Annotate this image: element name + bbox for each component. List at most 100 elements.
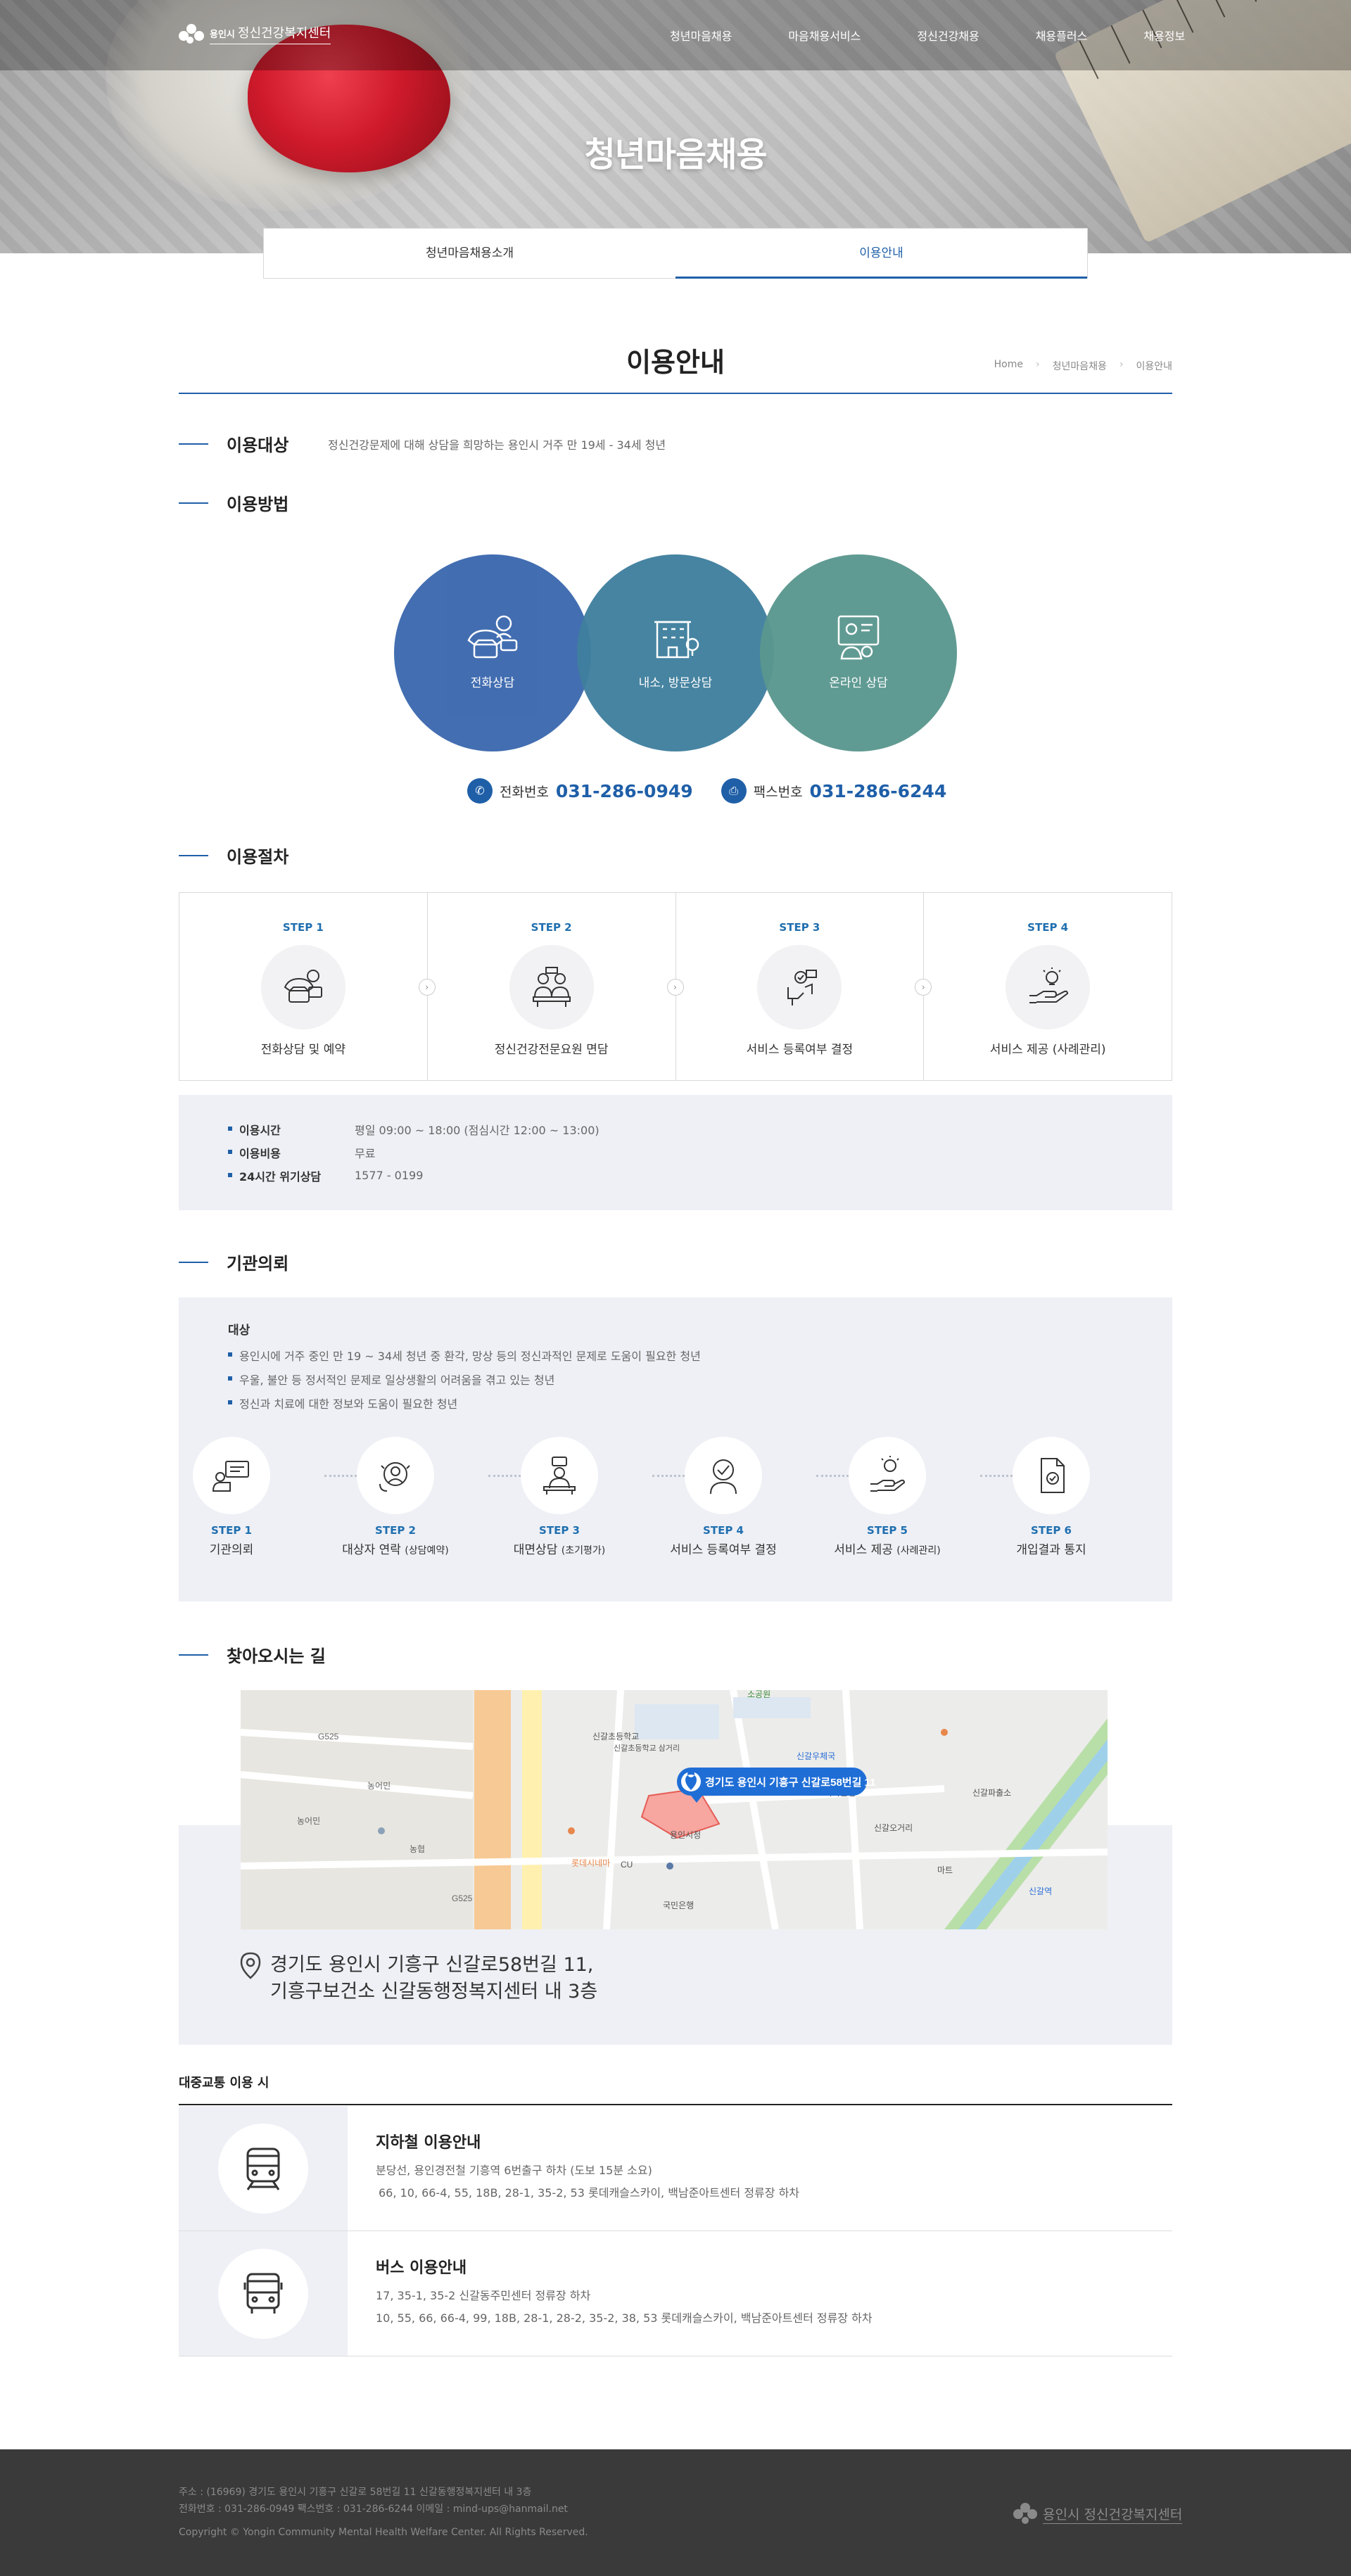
location-map[interactable]: G525 신갈초등학교 신갈초등학교 삼거리 국민은행 CU 하나은행 신갈우체…	[241, 1690, 1108, 1929]
phone-icon: ✆	[467, 778, 493, 804]
breadcrumb-separator-icon: ›	[1035, 359, 1040, 370]
address-line-2: 기흥구보건소 신갈동행정복지센터 내 3층	[270, 1981, 598, 2003]
map-label: 신갈초등학교 삼거리	[614, 1743, 680, 1753]
hero-title: 청년마음채용	[584, 135, 768, 175]
subway-line-1: 분당선, 용인경전철 기흥역 6번출구 하차 (도보 15분 소요)	[376, 2164, 652, 2177]
flow-step-3: STEP 3 대면상담 (초기평가)	[489, 1437, 630, 1557]
document-result-icon	[1041, 1458, 1065, 1493]
nav-item-4[interactable]: 채용플러스	[1036, 27, 1088, 44]
bus-line-2: 10, 55, 66, 66-4, 99, 18B, 28-1, 28-2, 3…	[376, 2311, 873, 2325]
site-logo[interactable]: 용인시 정신건강복지센터	[179, 24, 331, 46]
step-name: 전화상담 및 예약	[260, 1043, 346, 1057]
section-title-procedure: 이용절차	[227, 847, 289, 867]
map-label: 용인시청	[670, 1830, 701, 1840]
nav-item-1[interactable]: 청년마음채용	[670, 27, 732, 44]
map-marker-label: 경기도 용인시 기흥구 신갈로58번길 11	[705, 1776, 875, 1789]
step-name: 서비스 제공 (사례관리)	[989, 1043, 1106, 1057]
method-visit: 내소, 방문상담	[577, 554, 774, 751]
site-footer: 주소 : (16969) 경기도 용인시 기흥구 신갈로 58번길 11 신갈동…	[0, 2449, 1351, 2576]
map-label: CU	[621, 1860, 633, 1870]
map-graphic: G525 신갈초등학교 신갈초등학교 삼거리 국민은행 CU 하나은행 신갈우체…	[241, 1690, 1108, 1929]
subway-title: 지하철 이용안내	[376, 2134, 481, 2152]
nav-item-2[interactable]: 마음채용서비스	[788, 27, 861, 44]
global-nav: 청년마음채용 마음채용서비스 정신건강채용 채용플러스 채용정보	[670, 27, 1241, 44]
map-label: 농협	[410, 1844, 425, 1854]
bus-icon	[243, 2273, 283, 2314]
method-online: 온라인 상담	[760, 554, 957, 751]
referral-target-list: 용인시에 거주 중인 만 19 ~ 34세 청년 중 환각, 망상 등의 정신과…	[228, 1347, 701, 1419]
logo-text: 용인시 정신건강복지센터	[210, 26, 331, 44]
map-label: 롯데시네마	[571, 1858, 610, 1868]
transit-bus: 버스 이용안내 17, 35-1, 35-2 신갈동주민센터 정류장 하차 10…	[179, 2231, 1172, 2356]
phone-counsel-icon	[467, 615, 518, 659]
method-circles: 전화상담 내소, 방문상담 온라인 상담	[394, 554, 957, 751]
subway-line-2: 66, 10, 66-4, 55, 18B, 28-1, 35-2, 53 롯데…	[379, 2186, 800, 2200]
service-hand-icon	[870, 1456, 906, 1492]
breadcrumb-current: 이용안내	[1136, 361, 1172, 372]
decision-icon	[787, 970, 818, 1005]
method-label: 온라인 상담	[829, 676, 888, 690]
step-name: 정신건강전문요원 면담	[494, 1043, 609, 1057]
flow-step-6: STEP 6 개입결과 통지	[981, 1437, 1122, 1557]
section-target: 이용대상	[179, 431, 288, 456]
referral-flow: STEP 1 기관의뢰 STEP 2 대상자 연락 (상담예약) STEP 3 …	[179, 1437, 1172, 1563]
hand-service-icon	[1029, 967, 1069, 1003]
contact-icon	[379, 1462, 410, 1492]
footer-address: 주소 : (16969) 경기도 용인시 기흥구 신갈로 58번길 11 신갈동…	[179, 2487, 532, 2498]
step-number: STEP 4	[1027, 921, 1069, 934]
map-label: 농어민	[297, 1816, 320, 1826]
referral-box: 대상 용인시에 거주 중인 만 19 ~ 34세 청년 중 환각, 망상 등의 …	[179, 1297, 1172, 1601]
map-label: 신갈초등학교	[592, 1732, 639, 1741]
flow-step-2: STEP 2 대상자 연락 (상담예약)	[325, 1437, 466, 1557]
section-method: 이용방법	[179, 490, 288, 515]
step-number: STEP 1	[282, 921, 324, 934]
map-label: 농어민	[367, 1781, 391, 1791]
map-label: 신갈파출소	[972, 1788, 1011, 1798]
section-location: 찾아오시는 길	[179, 1642, 326, 1667]
map-label: 신갈역	[1029, 1886, 1052, 1896]
breadcrumb-section[interactable]: 청년마음채용	[1053, 359, 1107, 373]
section-title-target: 이용대상	[227, 436, 289, 455]
phone-number[interactable]: 031-286-0949	[556, 781, 693, 801]
list-item: 정신과 치료에 대한 정보와 도움이 필요한 청년	[228, 1395, 701, 1419]
nav-item-3[interactable]: 정신건강채용	[917, 27, 979, 44]
list-item: 우울, 불안 등 정서적인 문제로 일상생활의 어려움을 겪고 있는 청년	[228, 1371, 701, 1395]
phone-label: 전화번호	[500, 784, 549, 800]
flow-step-5: STEP 5 서비스 제공 (사례관리)	[817, 1437, 958, 1557]
address-line-1: 경기도 용인시 기흥구 신갈로58번길 11,	[270, 1954, 594, 1976]
hero-banner: 용인시 정신건강복지센터 청년마음채용 마음채용서비스 정신건강채용 채용플러스 …	[0, 0, 1351, 253]
breadcrumb: Home › 청년마음채용 › 이용안내	[994, 359, 1172, 373]
method-label: 내소, 방문상담	[638, 676, 713, 690]
page-header: 이용안내 Home › 청년마음채용 › 이용안내	[179, 338, 1172, 394]
tab-guide[interactable]: 이용안내	[676, 229, 1087, 279]
flow-step-1: STEP 1 기관의뢰	[161, 1437, 302, 1557]
map-label: 신갈우체국	[797, 1751, 835, 1761]
map-label: 국민은행	[663, 1900, 694, 1910]
nav-item-5[interactable]: 채용정보	[1143, 27, 1185, 44]
bus-title: 버스 이용안내	[376, 2259, 467, 2277]
method-phone: 전화상담	[394, 554, 591, 751]
location-pin-icon	[240, 1952, 261, 1979]
footer-logo[interactable]: 용인시 정신건강복지센터	[1013, 2503, 1183, 2525]
logo-mark-icon	[1013, 2503, 1037, 2524]
breadcrumb-home[interactable]: Home	[994, 359, 1023, 373]
procedure-step-1: STEP 1 전화상담 및 예약 ›	[179, 893, 436, 1080]
info-row: 이용시간 평일 09:00 ~ 18:00 (점심시간 12:00 ~ 13:00…	[228, 1117, 1172, 1141]
contact-line: ✆ 전화번호 031-286-0949 ⎙ 팩스번호 031-286-6244	[467, 778, 968, 804]
building-icon	[654, 621, 699, 659]
tab-intro[interactable]: 청년마음채용소개	[264, 229, 676, 278]
transit-title: 대중교통 이용 시	[179, 2073, 1172, 2105]
phone-reservation-icon	[284, 970, 322, 1003]
map-label: 마트	[937, 1865, 953, 1875]
interview-icon	[532, 967, 571, 1007]
info-row: 24시간 위기상담 1577 - 0199	[228, 1164, 1172, 1187]
map-label: 신갈오거리	[874, 1823, 913, 1833]
list-item: 용인시에 거주 중인 만 19 ~ 34세 청년 중 환각, 망상 등의 정신과…	[228, 1347, 701, 1371]
procedure-step-3: STEP 3 서비스 등록여부 결정 ›	[676, 893, 932, 1080]
decision-check-icon	[710, 1459, 737, 1495]
breadcrumb-separator-icon: ›	[1119, 359, 1124, 370]
method-label: 전화상담	[470, 676, 515, 690]
face-to-face-icon	[543, 1457, 576, 1495]
chevron-right-icon: ›	[666, 979, 684, 996]
procedure-step-4: STEP 4 서비스 제공 (사례관리)	[924, 893, 1172, 1080]
